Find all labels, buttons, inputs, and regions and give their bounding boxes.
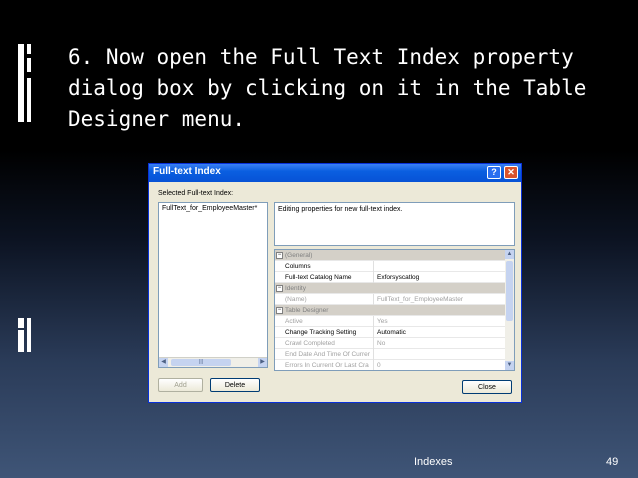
property-name: (Name) xyxy=(285,296,307,303)
decor-bar xyxy=(18,44,24,122)
collapse-icon[interactable]: − xyxy=(276,252,283,259)
dialog-title: Full-text Index xyxy=(153,166,221,177)
close-button[interactable]: Close xyxy=(462,380,512,394)
decor-bar xyxy=(27,318,31,352)
index-listbox[interactable]: FullText_for_EmployeeMaster* ◀ ||| ▶ xyxy=(158,202,268,368)
property-row[interactable]: Columns xyxy=(275,261,506,272)
property-name: Active xyxy=(285,318,303,325)
decor-bar xyxy=(18,318,24,328)
scroll-left-icon[interactable]: ◀ xyxy=(159,358,168,367)
property-value: Yes xyxy=(377,318,388,325)
property-row[interactable]: Active Yes xyxy=(275,316,506,327)
property-row[interactable]: (Name) FullText_for_EmployeeMaster xyxy=(275,294,506,305)
collapse-icon[interactable]: − xyxy=(276,307,283,314)
column-divider xyxy=(373,261,374,272)
column-divider xyxy=(373,360,374,370)
scroll-right-icon[interactable]: ▶ xyxy=(258,358,267,367)
category-name: Identity xyxy=(285,285,306,292)
scroll-thumb[interactable] xyxy=(506,261,513,321)
column-divider xyxy=(373,272,374,283)
property-name: Full-text Catalog Name xyxy=(285,274,352,281)
property-name: Change Tracking Setting xyxy=(285,329,357,336)
decor-bar xyxy=(18,330,24,352)
help-button[interactable]: ? xyxy=(487,166,501,179)
property-value: 0 xyxy=(377,362,381,369)
property-row[interactable]: Change Tracking Setting Automatic xyxy=(275,327,506,338)
property-category[interactable]: − Table Designer xyxy=(275,305,506,316)
collapse-icon[interactable]: − xyxy=(276,285,283,292)
page-number: 49 xyxy=(606,456,619,468)
vertical-scrollbar[interactable]: ▲ ▼ xyxy=(505,250,514,370)
scroll-thumb[interactable]: ||| xyxy=(171,359,231,366)
scroll-up-icon[interactable]: ▲ xyxy=(505,250,514,259)
category-name: Table Designer xyxy=(285,307,329,314)
property-row[interactable]: Crawl Completed No xyxy=(275,338,506,349)
footer-label: Indexes xyxy=(414,456,453,468)
property-name: Columns xyxy=(285,263,311,270)
list-item[interactable]: FullText_for_EmployeeMaster* xyxy=(162,205,257,212)
property-value[interactable]: Automatic xyxy=(377,327,505,338)
property-row[interactable]: Full-text Catalog Name Exforsyscatlog xyxy=(275,272,506,283)
description-text: Editing properties for new full-text ind… xyxy=(278,206,403,213)
column-divider xyxy=(373,327,374,338)
slide-title: 6. Now open the Full Text Index property… xyxy=(68,45,587,131)
column-divider xyxy=(373,338,374,349)
property-grid[interactable]: Errors In Current Or Last Cra 0 End Date A… xyxy=(274,249,515,371)
property-row[interactable]: End Date And Time Of Currer xyxy=(275,349,506,360)
property-value: FullText_for_EmployeeMaster xyxy=(377,296,463,303)
full-text-index-dialog: Full-text Index ? ✕ Selected Full-text I… xyxy=(148,163,522,403)
property-name: Crawl Completed xyxy=(285,340,335,347)
property-category[interactable]: − Identity xyxy=(275,283,506,294)
category-name: (General) xyxy=(285,252,313,259)
column-divider xyxy=(373,316,374,327)
delete-button[interactable]: Delete xyxy=(210,378,260,392)
column-divider xyxy=(373,349,374,360)
property-value: No xyxy=(377,340,386,347)
horizontal-scrollbar[interactable]: ◀ ||| ▶ xyxy=(159,357,267,367)
close-icon[interactable]: ✕ xyxy=(504,166,518,179)
decor-bar xyxy=(27,58,31,72)
property-category[interactable]: − (General) xyxy=(275,250,506,261)
property-name: Errors In Current Or Last Cra xyxy=(285,362,369,369)
column-divider xyxy=(373,294,374,305)
dialog-titlebar[interactable]: Full-text Index ? ✕ xyxy=(149,164,521,182)
decor-bar xyxy=(27,44,31,54)
add-button[interactable]: Add xyxy=(158,378,203,392)
property-row[interactable]: Errors In Current Or Last Cra 0 xyxy=(275,360,506,370)
scroll-down-icon[interactable]: ▼ xyxy=(505,361,514,370)
selected-index-label: Selected Full-text Index: xyxy=(158,190,234,197)
property-value[interactable]: Exforsyscatlog xyxy=(377,272,505,283)
description-box: Editing properties for new full-text ind… xyxy=(274,202,515,246)
property-name: End Date And Time Of Currer xyxy=(285,351,370,358)
decor-bar xyxy=(27,78,31,122)
